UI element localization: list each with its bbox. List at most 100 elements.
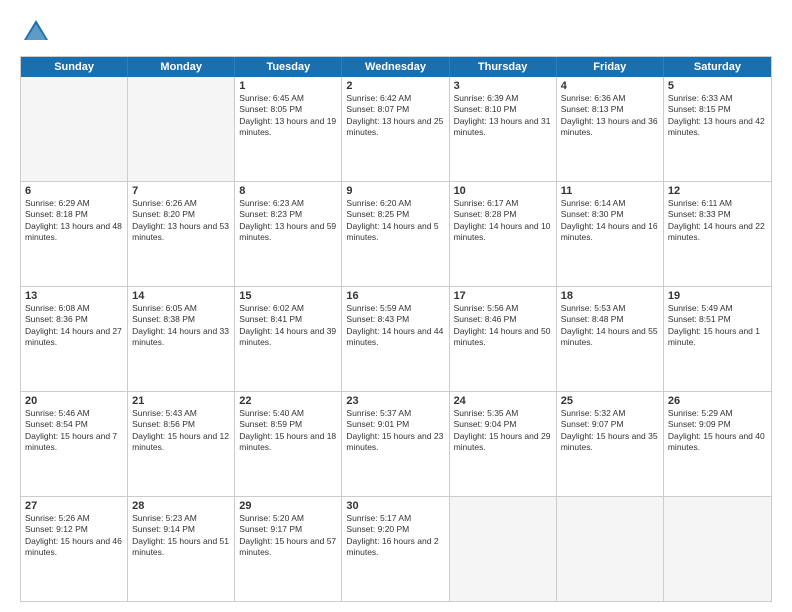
day-number: 30: [346, 500, 444, 512]
day-info: Sunrise: 6:14 AM Sunset: 8:30 PM Dayligh…: [561, 198, 659, 244]
day-cell: 10Sunrise: 6:17 AM Sunset: 8:28 PM Dayli…: [450, 182, 557, 286]
day-number: 27: [25, 500, 123, 512]
day-info: Sunrise: 5:20 AM Sunset: 9:17 PM Dayligh…: [239, 513, 337, 559]
day-cell: 16Sunrise: 5:59 AM Sunset: 8:43 PM Dayli…: [342, 287, 449, 391]
page: SundayMondayTuesdayWednesdayThursdayFrid…: [0, 0, 792, 612]
day-info: Sunrise: 6:08 AM Sunset: 8:36 PM Dayligh…: [25, 303, 123, 349]
weekday-header: Friday: [557, 57, 664, 77]
logo-icon: [20, 16, 52, 48]
day-cell: 7Sunrise: 6:26 AM Sunset: 8:20 PM Daylig…: [128, 182, 235, 286]
day-number: 20: [25, 395, 123, 407]
day-info: Sunrise: 6:36 AM Sunset: 8:13 PM Dayligh…: [561, 93, 659, 139]
header: [20, 16, 772, 48]
day-cell: 15Sunrise: 6:02 AM Sunset: 8:41 PM Dayli…: [235, 287, 342, 391]
day-cell: 2Sunrise: 6:42 AM Sunset: 8:07 PM Daylig…: [342, 77, 449, 181]
day-number: 17: [454, 290, 552, 302]
day-cell: 25Sunrise: 5:32 AM Sunset: 9:07 PM Dayli…: [557, 392, 664, 496]
day-number: 3: [454, 80, 552, 92]
day-info: Sunrise: 5:56 AM Sunset: 8:46 PM Dayligh…: [454, 303, 552, 349]
calendar-body: 1Sunrise: 6:45 AM Sunset: 8:05 PM Daylig…: [21, 77, 771, 601]
day-number: 22: [239, 395, 337, 407]
day-cell: 3Sunrise: 6:39 AM Sunset: 8:10 PM Daylig…: [450, 77, 557, 181]
weekday-header: Saturday: [664, 57, 771, 77]
day-cell: 23Sunrise: 5:37 AM Sunset: 9:01 PM Dayli…: [342, 392, 449, 496]
day-number: 16: [346, 290, 444, 302]
day-number: 23: [346, 395, 444, 407]
day-number: 11: [561, 185, 659, 197]
day-cell: 30Sunrise: 5:17 AM Sunset: 9:20 PM Dayli…: [342, 497, 449, 601]
day-info: Sunrise: 6:05 AM Sunset: 8:38 PM Dayligh…: [132, 303, 230, 349]
day-number: 29: [239, 500, 337, 512]
day-number: 10: [454, 185, 552, 197]
day-number: 18: [561, 290, 659, 302]
day-cell: 1Sunrise: 6:45 AM Sunset: 8:05 PM Daylig…: [235, 77, 342, 181]
day-info: Sunrise: 5:43 AM Sunset: 8:56 PM Dayligh…: [132, 408, 230, 454]
day-info: Sunrise: 6:11 AM Sunset: 8:33 PM Dayligh…: [668, 198, 767, 244]
day-number: 2: [346, 80, 444, 92]
day-cell: 26Sunrise: 5:29 AM Sunset: 9:09 PM Dayli…: [664, 392, 771, 496]
day-number: 9: [346, 185, 444, 197]
day-cell: 20Sunrise: 5:46 AM Sunset: 8:54 PM Dayli…: [21, 392, 128, 496]
calendar-row: 20Sunrise: 5:46 AM Sunset: 8:54 PM Dayli…: [21, 392, 771, 497]
calendar-header: SundayMondayTuesdayWednesdayThursdayFrid…: [21, 57, 771, 77]
day-number: 12: [668, 185, 767, 197]
day-cell: 12Sunrise: 6:11 AM Sunset: 8:33 PM Dayli…: [664, 182, 771, 286]
day-info: Sunrise: 5:26 AM Sunset: 9:12 PM Dayligh…: [25, 513, 123, 559]
day-cell: 22Sunrise: 5:40 AM Sunset: 8:59 PM Dayli…: [235, 392, 342, 496]
day-cell: 4Sunrise: 6:36 AM Sunset: 8:13 PM Daylig…: [557, 77, 664, 181]
day-cell: 27Sunrise: 5:26 AM Sunset: 9:12 PM Dayli…: [21, 497, 128, 601]
day-info: Sunrise: 6:42 AM Sunset: 8:07 PM Dayligh…: [346, 93, 444, 139]
empty-cell: [557, 497, 664, 601]
calendar: SundayMondayTuesdayWednesdayThursdayFrid…: [20, 56, 772, 602]
calendar-row: 6Sunrise: 6:29 AM Sunset: 8:18 PM Daylig…: [21, 182, 771, 287]
day-cell: 14Sunrise: 6:05 AM Sunset: 8:38 PM Dayli…: [128, 287, 235, 391]
day-info: Sunrise: 5:23 AM Sunset: 9:14 PM Dayligh…: [132, 513, 230, 559]
weekday-header: Thursday: [450, 57, 557, 77]
empty-cell: [128, 77, 235, 181]
day-cell: 9Sunrise: 6:20 AM Sunset: 8:25 PM Daylig…: [342, 182, 449, 286]
day-number: 26: [668, 395, 767, 407]
day-number: 5: [668, 80, 767, 92]
day-info: Sunrise: 6:17 AM Sunset: 8:28 PM Dayligh…: [454, 198, 552, 244]
logo: [20, 16, 56, 48]
day-info: Sunrise: 5:49 AM Sunset: 8:51 PM Dayligh…: [668, 303, 767, 349]
day-cell: 8Sunrise: 6:23 AM Sunset: 8:23 PM Daylig…: [235, 182, 342, 286]
empty-cell: [21, 77, 128, 181]
day-cell: 24Sunrise: 5:35 AM Sunset: 9:04 PM Dayli…: [450, 392, 557, 496]
day-cell: 28Sunrise: 5:23 AM Sunset: 9:14 PM Dayli…: [128, 497, 235, 601]
day-info: Sunrise: 6:26 AM Sunset: 8:20 PM Dayligh…: [132, 198, 230, 244]
day-info: Sunrise: 5:29 AM Sunset: 9:09 PM Dayligh…: [668, 408, 767, 454]
day-number: 15: [239, 290, 337, 302]
day-cell: 5Sunrise: 6:33 AM Sunset: 8:15 PM Daylig…: [664, 77, 771, 181]
day-cell: 29Sunrise: 5:20 AM Sunset: 9:17 PM Dayli…: [235, 497, 342, 601]
weekday-header: Monday: [128, 57, 235, 77]
weekday-header: Sunday: [21, 57, 128, 77]
day-number: 4: [561, 80, 659, 92]
day-cell: 13Sunrise: 6:08 AM Sunset: 8:36 PM Dayli…: [21, 287, 128, 391]
day-number: 21: [132, 395, 230, 407]
day-info: Sunrise: 6:20 AM Sunset: 8:25 PM Dayligh…: [346, 198, 444, 244]
weekday-header: Wednesday: [342, 57, 449, 77]
day-info: Sunrise: 6:29 AM Sunset: 8:18 PM Dayligh…: [25, 198, 123, 244]
empty-cell: [450, 497, 557, 601]
calendar-row: 27Sunrise: 5:26 AM Sunset: 9:12 PM Dayli…: [21, 497, 771, 601]
day-number: 25: [561, 395, 659, 407]
day-number: 1: [239, 80, 337, 92]
day-info: Sunrise: 6:39 AM Sunset: 8:10 PM Dayligh…: [454, 93, 552, 139]
day-cell: 21Sunrise: 5:43 AM Sunset: 8:56 PM Dayli…: [128, 392, 235, 496]
day-info: Sunrise: 5:40 AM Sunset: 8:59 PM Dayligh…: [239, 408, 337, 454]
day-cell: 19Sunrise: 5:49 AM Sunset: 8:51 PM Dayli…: [664, 287, 771, 391]
day-number: 7: [132, 185, 230, 197]
day-info: Sunrise: 5:35 AM Sunset: 9:04 PM Dayligh…: [454, 408, 552, 454]
day-info: Sunrise: 5:46 AM Sunset: 8:54 PM Dayligh…: [25, 408, 123, 454]
day-cell: 18Sunrise: 5:53 AM Sunset: 8:48 PM Dayli…: [557, 287, 664, 391]
day-number: 6: [25, 185, 123, 197]
day-info: Sunrise: 6:45 AM Sunset: 8:05 PM Dayligh…: [239, 93, 337, 139]
day-info: Sunrise: 6:33 AM Sunset: 8:15 PM Dayligh…: [668, 93, 767, 139]
day-info: Sunrise: 6:23 AM Sunset: 8:23 PM Dayligh…: [239, 198, 337, 244]
day-number: 19: [668, 290, 767, 302]
day-cell: 11Sunrise: 6:14 AM Sunset: 8:30 PM Dayli…: [557, 182, 664, 286]
calendar-row: 1Sunrise: 6:45 AM Sunset: 8:05 PM Daylig…: [21, 77, 771, 182]
day-number: 28: [132, 500, 230, 512]
day-number: 8: [239, 185, 337, 197]
